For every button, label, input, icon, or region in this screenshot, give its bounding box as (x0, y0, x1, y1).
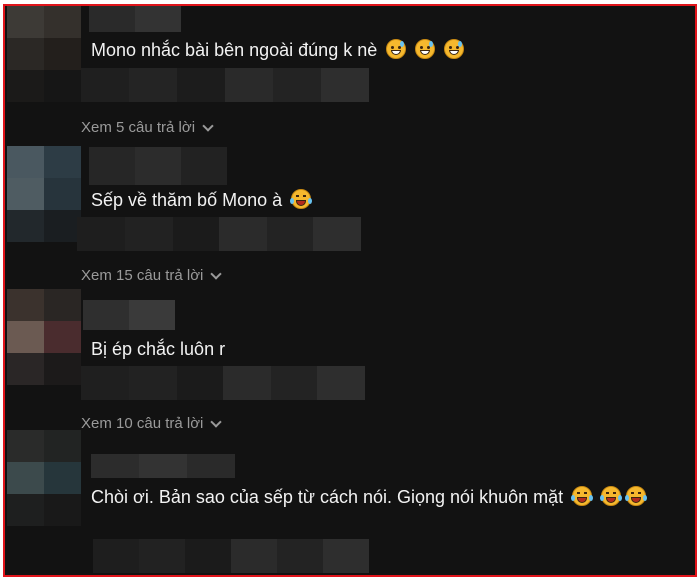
avatar[interactable] (7, 146, 81, 242)
view-replies-label: Xem 10 câu trả lời (81, 415, 204, 432)
comment-text: Sếp về thăm bố Mono à (91, 187, 313, 213)
view-replies-label: Xem 15 câu trả lời (81, 267, 204, 284)
comment-text-content: Chòi ơi. Bản sao của sếp từ cách nói. Gi… (91, 487, 564, 507)
comment-text-content: Bị ép chắc luôn r (91, 339, 226, 359)
avatar[interactable] (7, 6, 81, 102)
chevron-down-icon (202, 120, 214, 132)
view-replies-button[interactable]: Xem 15 câu trả lời (81, 266, 223, 286)
comment-actions-blurred (93, 539, 369, 573)
tears-of-joy-icon (290, 189, 313, 209)
comment-text: Mono nhắc bài bên ngoài đúng k nè (91, 37, 465, 63)
screenshot-frame: Mono nhắc bài bên ngoài đúng k nè Xem 5 … (3, 4, 697, 577)
grinning-sweat-icon (444, 39, 465, 59)
username-blurred[interactable] (89, 6, 181, 32)
username-blurred[interactable] (89, 147, 227, 185)
grinning-sweat-icon (386, 39, 407, 59)
comment-text-content: Sếp về thăm bố Mono à (91, 190, 283, 210)
comment-text: Bị ép chắc luôn r (91, 336, 225, 362)
chevron-down-icon (210, 416, 223, 428)
grinning-sweat-icon (415, 39, 436, 59)
username-blurred[interactable] (91, 454, 235, 478)
comment-actions-blurred (77, 217, 361, 251)
comment-list: Mono nhắc bài bên ngoài đúng k nè Xem 5 … (5, 6, 695, 575)
avatar[interactable] (7, 289, 81, 385)
comment-text: Chòi ơi. Bản sao của sếp từ cách nói. Gi… (91, 484, 681, 510)
comment-actions-blurred (81, 366, 365, 400)
tears-of-joy-icon (600, 486, 623, 506)
tears-of-joy-icon (571, 486, 594, 506)
view-replies-button[interactable]: Xem 10 câu trả lời (81, 414, 223, 434)
comment-text-content: Mono nhắc bài bên ngoài đúng k nè (91, 40, 378, 60)
tears-of-joy-icon (625, 486, 648, 506)
username-blurred[interactable] (83, 300, 175, 330)
comment-actions-blurred (81, 68, 369, 102)
view-replies-label: Xem 5 câu trả lời (81, 119, 196, 136)
chevron-down-icon (210, 268, 223, 280)
view-replies-button[interactable]: Xem 5 câu trả lời (81, 118, 214, 138)
avatar[interactable] (7, 430, 81, 526)
